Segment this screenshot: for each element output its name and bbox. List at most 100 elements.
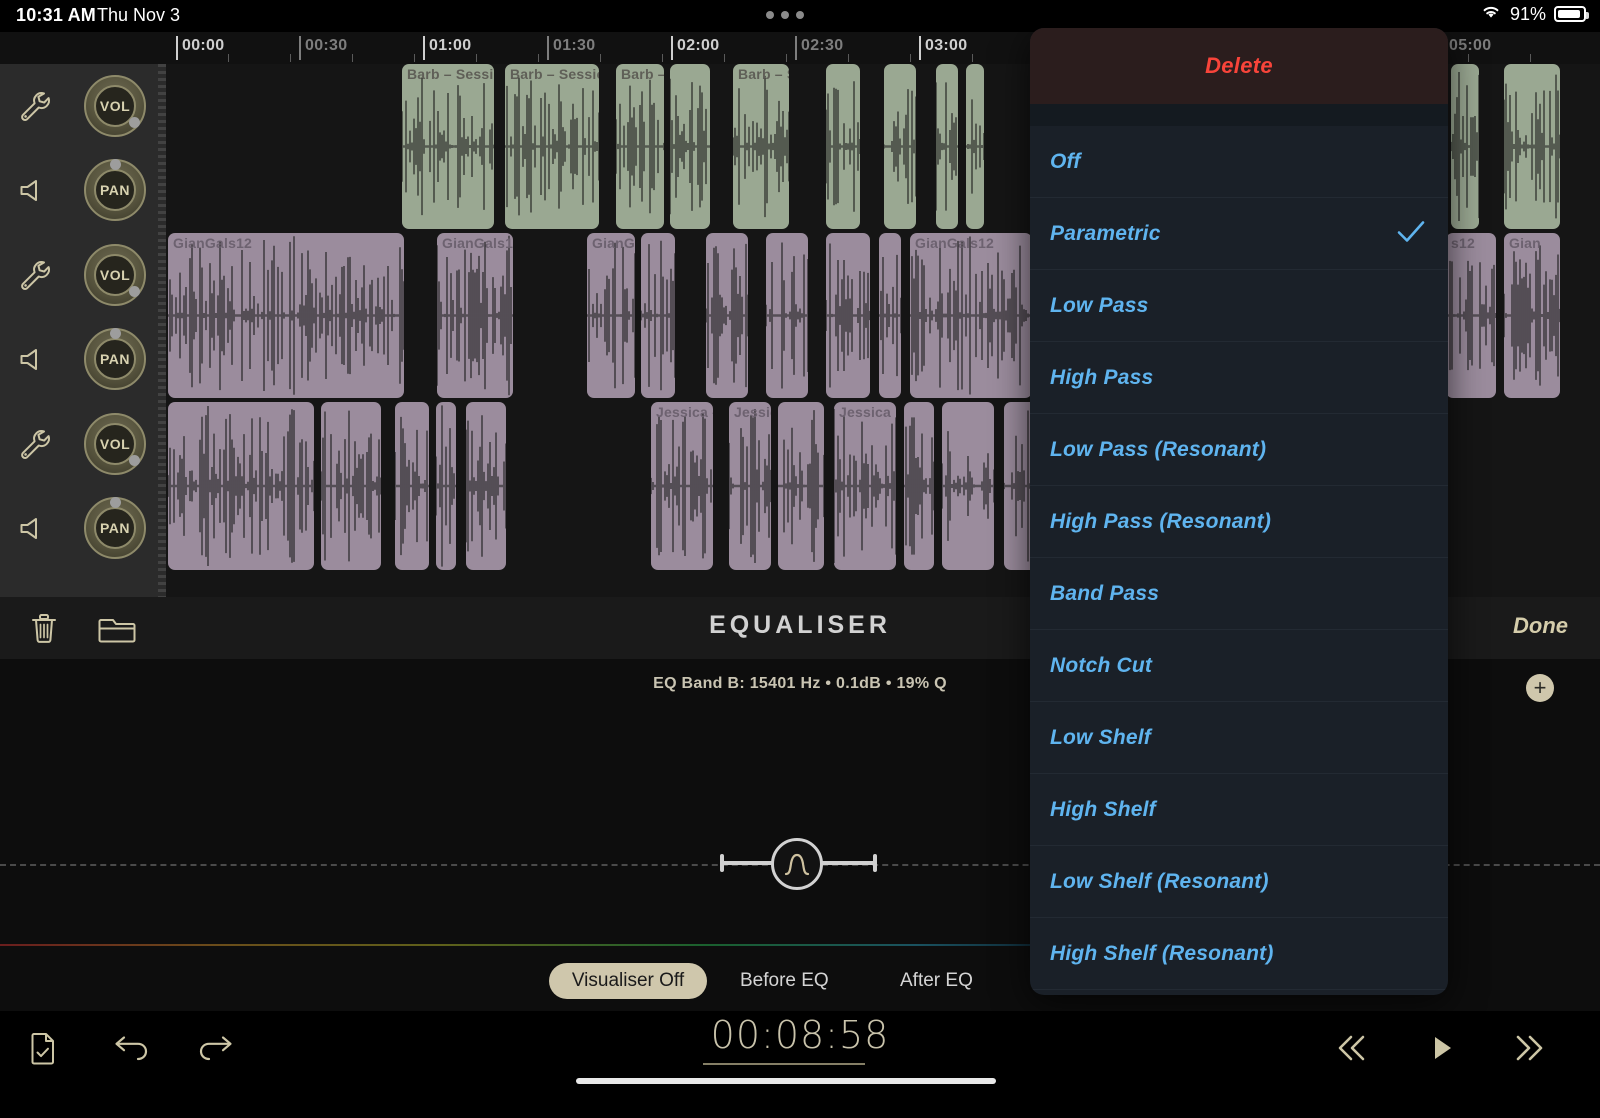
popup-option-low-pass[interactable]: Low Pass	[1030, 270, 1448, 342]
audio-clip[interactable]	[436, 402, 456, 570]
audio-clip[interactable]: Jessica –	[651, 402, 713, 570]
vol-knob-indicator	[129, 455, 140, 466]
speaker-icon[interactable]	[14, 168, 58, 212]
popup-option-list[interactable]: Off Parametric Low Pass High Pass Low Pass (…	[1030, 126, 1448, 990]
audio-clip[interactable]	[1504, 64, 1560, 229]
audio-clip[interactable]	[826, 64, 860, 229]
ruler-tick	[547, 36, 549, 60]
pan-knob-indicator	[110, 497, 121, 508]
popup-option-label: High Pass	[1050, 365, 1154, 389]
ruler-label: 00:30	[305, 37, 348, 54]
battery-icon	[1554, 6, 1589, 22]
done-button[interactable]: Done	[1513, 613, 1568, 639]
ruler-minor-tick	[228, 54, 229, 62]
ruler-minor-tick	[910, 54, 911, 62]
audio-clip[interactable]	[706, 233, 748, 398]
audio-clip[interactable]	[321, 402, 381, 570]
popup-option-label: Notch Cut	[1050, 653, 1153, 677]
audio-clip[interactable]	[395, 402, 429, 570]
vol-knob-indicator	[129, 117, 140, 128]
audio-clip[interactable]	[1451, 64, 1479, 229]
pan-knob-label: PAN	[99, 520, 131, 536]
popup-option-label: Low Pass (Resonant)	[1050, 437, 1267, 461]
popup-option-high-pass-resonant[interactable]: High Pass (Resonant)	[1030, 486, 1448, 558]
pan-knob[interactable]: PAN	[84, 497, 146, 559]
popup-option-high-shelf[interactable]: High Shelf	[1030, 774, 1448, 846]
pan-knob[interactable]: PAN	[84, 328, 146, 390]
audio-clip[interactable]	[942, 402, 994, 570]
audio-clip[interactable]	[879, 233, 901, 398]
tab-visualiser-off[interactable]: Visualiser Off	[549, 963, 707, 999]
speaker-icon[interactable]	[14, 337, 58, 381]
pan-knob-indicator	[110, 328, 121, 339]
popup-option-label: High Shelf	[1050, 797, 1156, 821]
app-root: 10:31 AM Thu Nov 3 91% 00:00 00:30 01:00 01…	[0, 0, 1600, 1118]
audio-clip[interactable]	[778, 402, 824, 570]
popup-option-low-shelf[interactable]: Low Shelf	[1030, 702, 1448, 774]
ruler-label: 02:30	[801, 37, 844, 54]
timeline-scroll-grip[interactable]	[158, 64, 166, 597]
audio-clip[interactable]: s12	[1446, 233, 1496, 398]
ruler-minor-tick	[848, 54, 849, 62]
pan-knob-face: PAN	[94, 507, 136, 549]
eq-band-right-cap[interactable]	[873, 854, 877, 872]
ruler-minor-tick	[352, 54, 353, 62]
audio-clip[interactable]: GianGals12	[910, 233, 1032, 398]
speaker-icon[interactable]	[14, 506, 58, 550]
eq-band-handle[interactable]	[771, 838, 823, 890]
ruler-tick	[176, 36, 178, 60]
audio-clip[interactable]	[936, 64, 958, 229]
track-header-row: VOL	[0, 64, 166, 148]
popup-option-low-shelf-resonant[interactable]: Low Shelf (Resonant)	[1030, 846, 1448, 918]
popup-option-notch-cut[interactable]: Notch Cut	[1030, 630, 1448, 702]
audio-clip[interactable]	[826, 233, 870, 398]
popup-option-label: Low Shelf	[1050, 725, 1151, 749]
audio-clip[interactable]: Barb – Session	[402, 64, 494, 229]
audio-clip[interactable]	[466, 402, 506, 570]
vol-knob[interactable]: VOL	[84, 75, 146, 137]
audio-clip[interactable]: Jessica	[834, 402, 896, 570]
popup-option-parametric[interactable]: Parametric	[1030, 198, 1448, 270]
audio-clip[interactable]: GianGals12	[437, 233, 513, 398]
audio-clip[interactable]	[884, 64, 916, 229]
audio-clip[interactable]: Gian	[1504, 233, 1560, 398]
popup-option-high-pass[interactable]: High Pass	[1030, 342, 1448, 414]
audio-clip[interactable]: Barb – Session	[505, 64, 599, 229]
wrench-icon[interactable]	[14, 84, 58, 128]
wrench-icon[interactable]	[14, 253, 58, 297]
vol-knob[interactable]: VOL	[84, 413, 146, 475]
clip-label: s12	[1451, 235, 1475, 251]
audio-clip[interactable]: GianGals12	[168, 233, 404, 398]
audio-clip[interactable]: Jessica	[729, 402, 771, 570]
ruler-label: 05:00	[1449, 37, 1492, 54]
wrench-icon[interactable]	[14, 422, 58, 466]
audio-clip[interactable]: Barb – S	[616, 64, 664, 229]
audio-clip[interactable]	[966, 64, 984, 229]
popup-option-off[interactable]: Off	[1030, 126, 1448, 198]
eq-band-type-popup[interactable]: Delete Off Parametric Low Pass High Pass Low…	[1030, 28, 1448, 995]
audio-clip[interactable]	[670, 64, 710, 229]
vol-knob-label: VOL	[99, 98, 131, 114]
tab-before-eq[interactable]: Before EQ	[740, 963, 829, 999]
tab-after-eq[interactable]: After EQ	[900, 963, 973, 999]
audio-clip[interactable]	[904, 402, 934, 570]
pan-knob-indicator	[110, 159, 121, 170]
track-header-row: PAN	[0, 317, 166, 401]
timecode-display[interactable]: 00:08:58	[0, 1013, 1600, 1057]
popup-option-band-pass[interactable]: Band Pass	[1030, 558, 1448, 630]
add-band-button[interactable]: +	[1526, 674, 1554, 702]
vol-knob[interactable]: VOL	[84, 244, 146, 306]
audio-clip[interactable]	[641, 233, 675, 398]
multitask-dots[interactable]	[766, 9, 806, 21]
audio-clip[interactable]: GianGa	[587, 233, 635, 398]
popup-option-low-pass-resonant[interactable]: Low Pass (Resonant)	[1030, 414, 1448, 486]
eq-band-left-cap[interactable]	[720, 854, 724, 872]
audio-clip[interactable]	[168, 402, 314, 570]
pan-knob[interactable]: PAN	[84, 159, 146, 221]
popup-delete-button[interactable]: Delete	[1030, 28, 1448, 104]
home-indicator[interactable]	[576, 1078, 996, 1084]
popup-option-high-shelf-resonant[interactable]: High Shelf (Resonant)	[1030, 918, 1448, 990]
audio-clip[interactable]: Barb – Se	[733, 64, 789, 229]
popup-spacer	[1030, 104, 1448, 126]
audio-clip[interactable]	[766, 233, 808, 398]
